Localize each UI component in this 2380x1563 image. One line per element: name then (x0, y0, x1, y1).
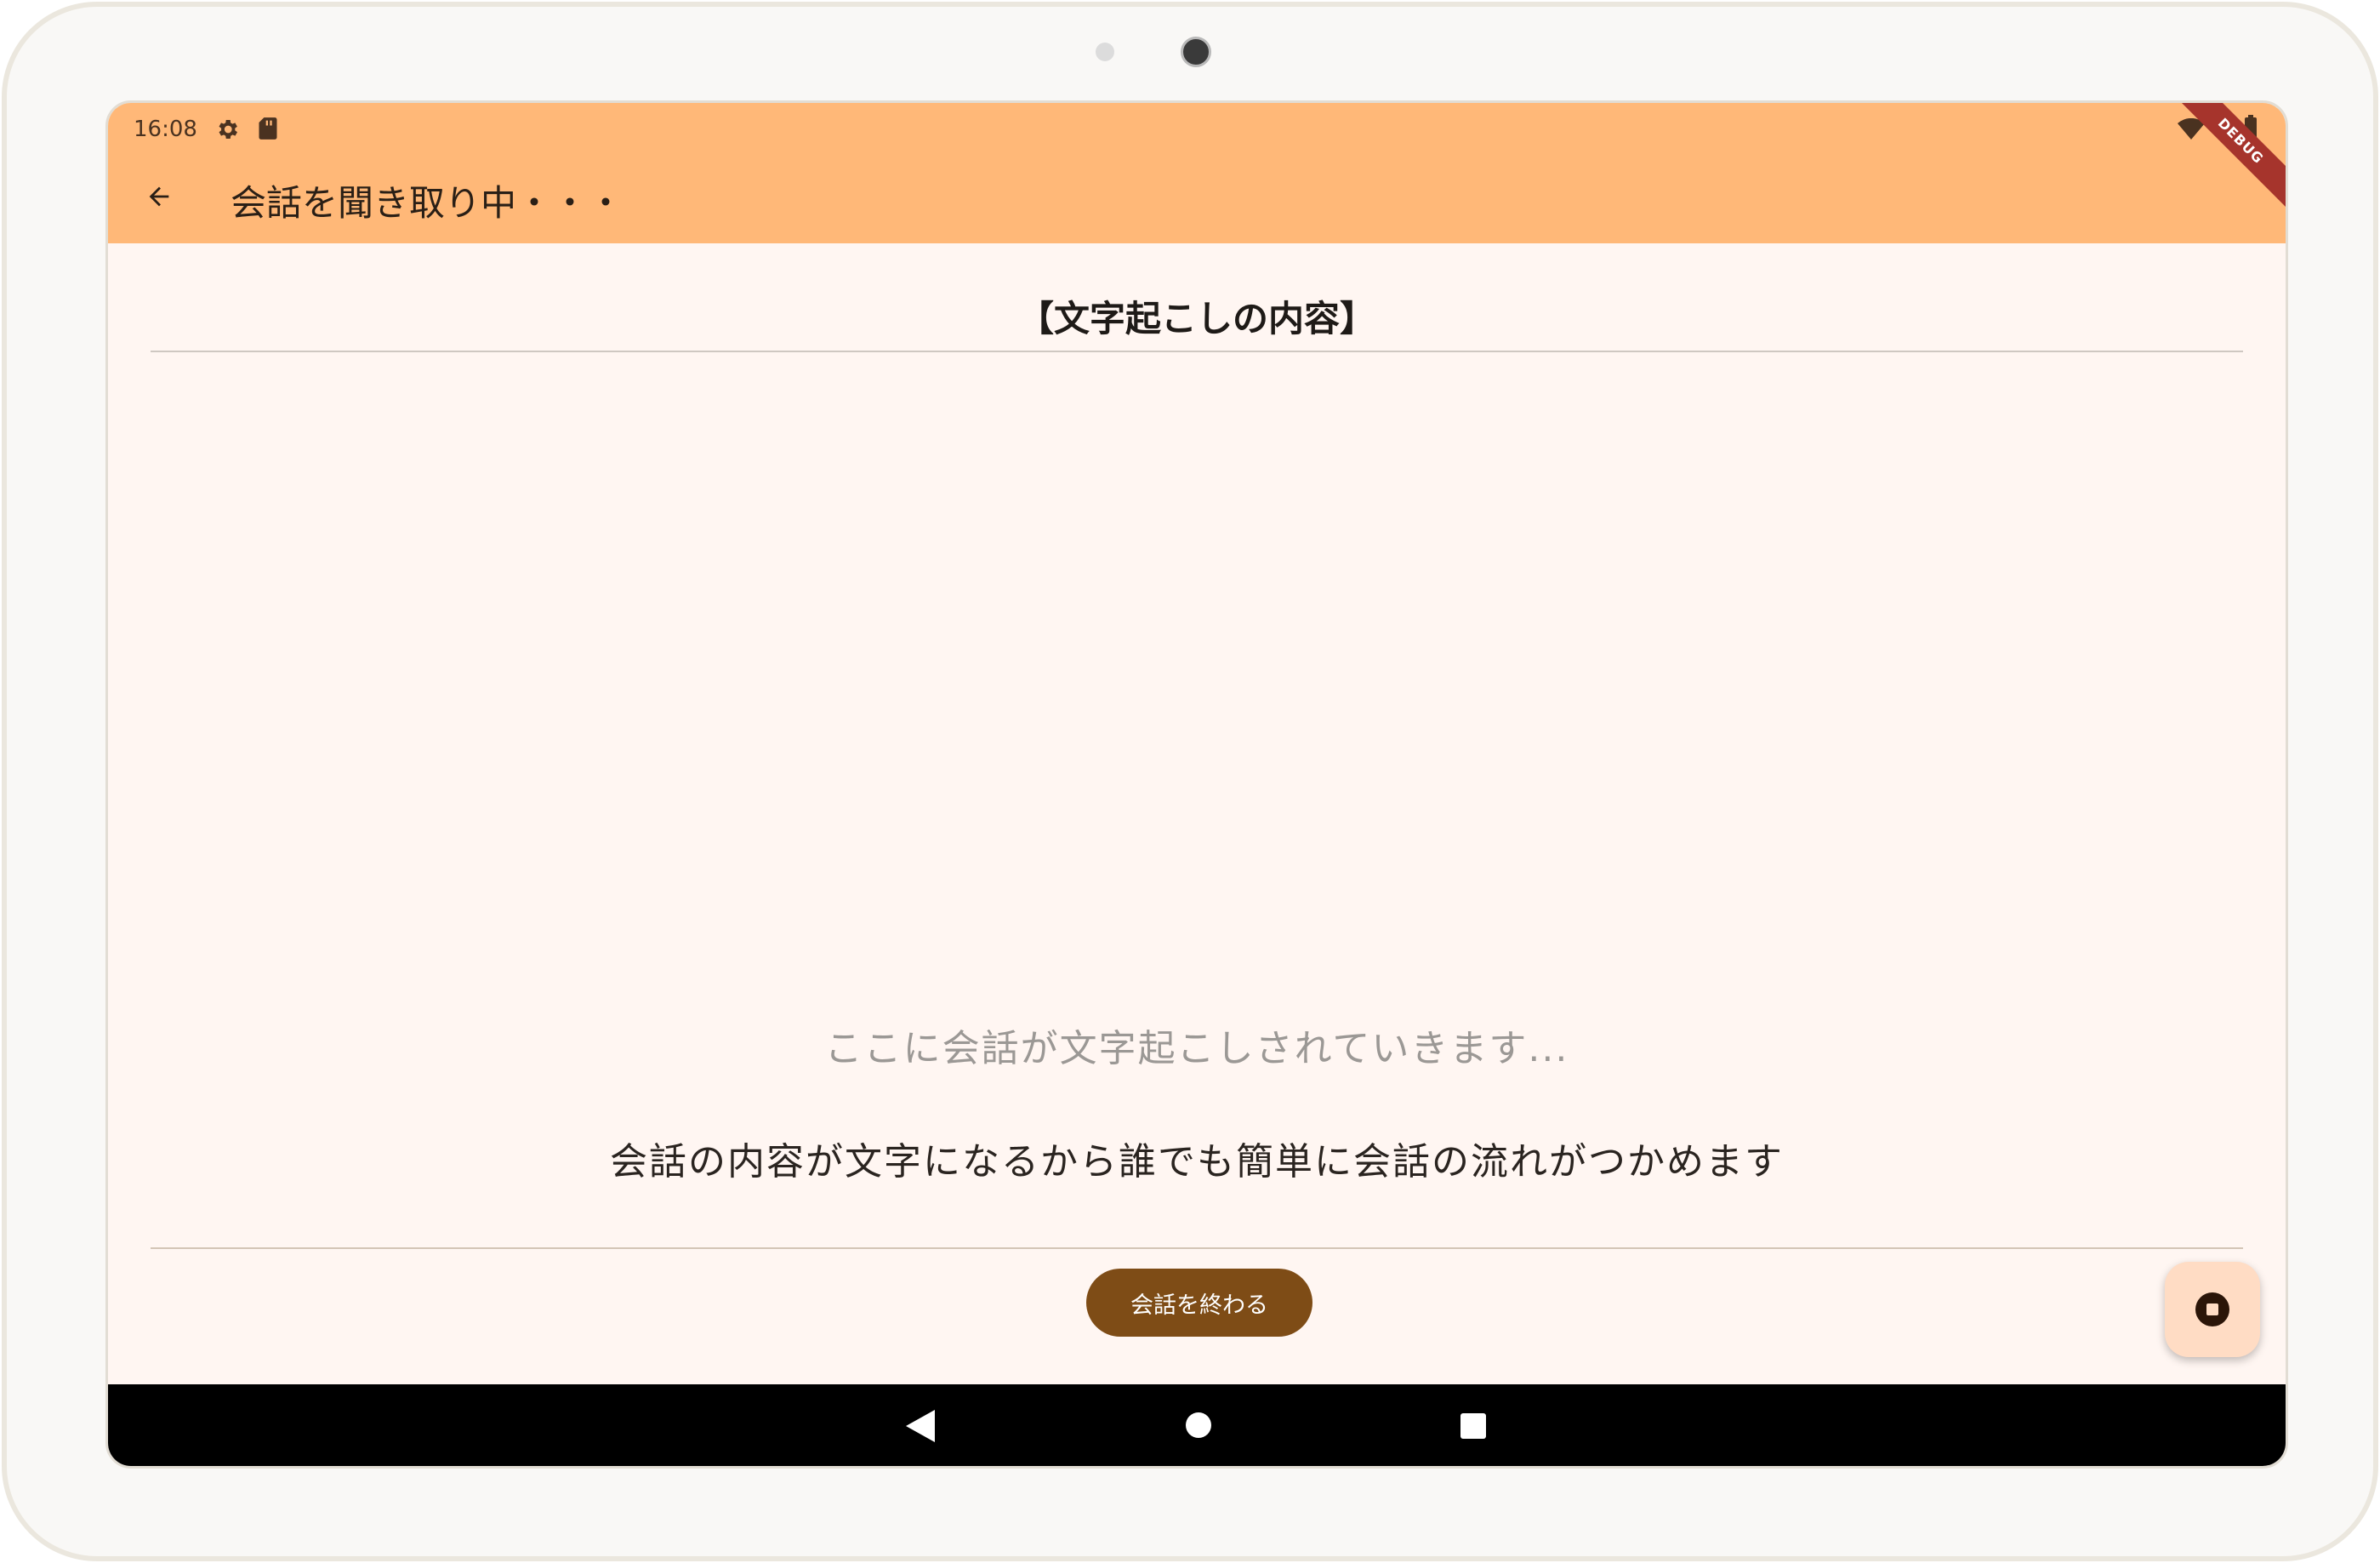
arrow-back-icon (149, 186, 169, 207)
stop-recording-button[interactable] (2165, 1262, 2260, 1357)
status-bar: 16:08 (108, 103, 2286, 154)
transcript-placeholder: ここに会話が文字起こしされていきます... (824, 1027, 1569, 1070)
navigation-bar (108, 1384, 2286, 1466)
app-screen: 16:08 会話を聞き取り中・・・ DEBUG 【文字起こしの内容】 ここに会話… (105, 100, 2288, 1469)
nav-recents-icon[interactable] (1460, 1413, 1486, 1439)
section-title: 【文字起こしの内容】 (1017, 298, 1375, 339)
nav-home-icon[interactable] (1185, 1412, 1212, 1439)
status-time: 16:08 (134, 117, 197, 142)
nav-back-icon[interactable] (906, 1410, 935, 1442)
end-conversation-button[interactable]: 会話を終わる (1086, 1269, 1312, 1337)
gear-icon (219, 120, 237, 139)
info-text: 会話の内容が文字になるから誰でも簡単に会話の流れがつかめます (610, 1140, 1784, 1184)
sd-card-icon (259, 117, 277, 140)
divider-bottom (151, 1247, 2243, 1249)
page-title: 会話を聞き取り中・・・ (231, 182, 624, 224)
tablet-frame: 16:08 会話を聞き取り中・・・ DEBUG 【文字起こしの内容】 ここに会話… (2, 2, 2378, 1561)
back-button[interactable] (134, 171, 185, 222)
divider-top (151, 351, 2243, 352)
front-camera (1181, 37, 1211, 67)
light-sensor (1096, 43, 1114, 61)
app-bar: 16:08 会話を聞き取り中・・・ DEBUG (108, 103, 2286, 243)
stop-icon (2195, 1292, 2229, 1326)
